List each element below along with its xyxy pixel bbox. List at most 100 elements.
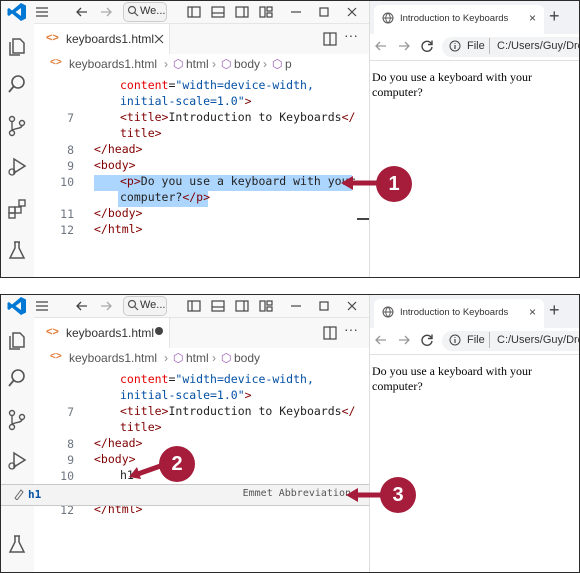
- info-icon[interactable]: [449, 40, 461, 52]
- divider: [489, 332, 490, 348]
- address-text: C:/Users/Guy/Dro...: [497, 40, 579, 52]
- back-arrow-icon[interactable]: [374, 333, 388, 347]
- code-editor[interactable]: content="width=device-width, initial-scal…: [34, 76, 369, 277]
- globe-icon: [382, 306, 394, 318]
- line-number: 12: [60, 223, 74, 237]
- chevron-right-icon: ›: [212, 351, 216, 365]
- testing-icon[interactable]: [6, 239, 28, 261]
- code-line: initial-scale=1.0">: [120, 93, 252, 109]
- tab-keyboards1[interactable]: <> keyboards1.html: [34, 24, 170, 54]
- menu-icon[interactable]: [34, 298, 50, 314]
- back-arrow-icon[interactable]: [74, 4, 90, 20]
- forward-arrow-icon[interactable]: [397, 39, 411, 53]
- toggle-sidebar-icon[interactable]: [186, 298, 202, 314]
- code-token: </: [341, 404, 356, 418]
- close-tab-icon[interactable]: ×: [529, 11, 536, 25]
- address-text: C:/Users/Guy/Dro...: [497, 334, 579, 346]
- line-number: 10: [60, 469, 74, 483]
- maximize-icon[interactable]: [316, 298, 332, 314]
- command-search-box[interactable]: We...: [123, 296, 167, 316]
- run-debug-icon[interactable]: [6, 450, 28, 472]
- code-line: title>: [120, 125, 162, 141]
- file-scheme-label: File: [467, 40, 485, 52]
- code-token: </head>: [94, 436, 143, 450]
- tab-keyboards1[interactable]: <> keyboards1.html: [34, 318, 170, 348]
- close-tab-icon[interactable]: [153, 31, 165, 45]
- new-tab-icon[interactable]: +: [549, 6, 560, 27]
- forward-arrow-icon[interactable]: [98, 298, 114, 314]
- callout-2: 2: [159, 446, 195, 482]
- breadcrumb-file[interactable]: keyboards1.html: [69, 57, 157, 71]
- browser-window: Introduction to Keyboards × + File C:/Us…: [369, 295, 579, 572]
- element-icon: ⬡: [173, 351, 184, 365]
- toggle-panel-icon[interactable]: [210, 4, 226, 20]
- breadcrumb-html[interactable]: html: [186, 57, 209, 71]
- breadcrumb-body[interactable]: body: [234, 57, 260, 71]
- toggle-secondary-sidebar-icon[interactable]: [234, 4, 250, 20]
- code-line: </html>: [94, 221, 142, 237]
- code-token: Introduction to Keyboards: [168, 404, 342, 418]
- minimize-icon[interactable]: [288, 4, 304, 20]
- back-arrow-icon[interactable]: [374, 39, 388, 53]
- suggestion-widget[interactable]: h1 Emmet Abbreviation: [1, 484, 369, 506]
- close-icon[interactable]: [344, 298, 360, 314]
- reload-icon[interactable]: [420, 333, 434, 347]
- menu-icon[interactable]: [34, 4, 50, 20]
- source-control-icon[interactable]: [6, 409, 28, 431]
- toggle-sidebar-icon[interactable]: [186, 4, 202, 20]
- element-icon: ⬡: [221, 57, 232, 71]
- line-number: 11: [60, 207, 74, 221]
- split-editor-icon[interactable]: [323, 326, 337, 340]
- split-editor-icon[interactable]: [323, 32, 337, 46]
- breadcrumb-body[interactable]: body: [234, 351, 260, 365]
- close-icon[interactable]: [344, 4, 360, 20]
- page-paragraph: Do you use a keyboard with your computer…: [372, 70, 532, 99]
- reload-icon[interactable]: [420, 39, 434, 53]
- new-tab-icon[interactable]: +: [549, 300, 560, 321]
- more-actions-icon[interactable]: ···: [344, 27, 358, 43]
- editor-tab-bar: <> keyboards1.html ···: [34, 24, 369, 55]
- line-number: 8: [67, 437, 74, 451]
- back-arrow-icon[interactable]: [74, 298, 90, 314]
- breadcrumb-html[interactable]: html: [186, 351, 209, 365]
- testing-icon[interactable]: [6, 533, 28, 555]
- command-search-box[interactable]: We...: [123, 2, 167, 22]
- forward-arrow-icon[interactable]: [397, 333, 411, 347]
- breadcrumb-file[interactable]: keyboards1.html: [69, 351, 157, 365]
- browser-tab[interactable]: Introduction to Keyboards ×: [374, 299, 544, 328]
- vscode-logo-icon: [6, 1, 28, 23]
- toggle-panel-icon[interactable]: [210, 298, 226, 314]
- breadcrumb-p[interactable]: p: [285, 57, 292, 71]
- title-bar: We...: [34, 1, 369, 24]
- maximize-icon[interactable]: [316, 4, 332, 20]
- info-icon[interactable]: [449, 334, 461, 346]
- browser-tab-title: Introduction to Keyboards: [400, 307, 509, 318]
- toggle-secondary-sidebar-icon[interactable]: [234, 298, 250, 314]
- address-bar[interactable]: File C:/Users/Guy/Dro...: [442, 331, 579, 351]
- callout-arrow: [341, 176, 379, 190]
- forward-arrow-icon[interactable]: [98, 4, 114, 20]
- more-actions-icon[interactable]: ···: [344, 321, 358, 337]
- browser-tab[interactable]: Introduction to Keyboards ×: [374, 5, 544, 34]
- close-tab-icon[interactable]: ×: [529, 305, 536, 319]
- code-token: initial-scale=1.0": [120, 94, 245, 108]
- code-editor[interactable]: content="width=device-width, initial-scal…: [34, 370, 369, 572]
- breadcrumb: <> keyboards1.html › ⬡ html › ⬡ body › ⬡…: [34, 54, 369, 76]
- minimize-icon[interactable]: [288, 298, 304, 314]
- explorer-icon[interactable]: [6, 329, 28, 351]
- layout-icon[interactable]: [258, 4, 274, 20]
- unsaved-dot-icon[interactable]: [155, 327, 163, 335]
- source-control-icon[interactable]: [6, 115, 28, 137]
- extensions-icon[interactable]: [6, 198, 28, 220]
- line-number: 9: [67, 453, 74, 467]
- code-token: <title>: [120, 404, 169, 418]
- layout-icon[interactable]: [258, 298, 274, 314]
- search-icon[interactable]: [6, 367, 28, 389]
- address-bar[interactable]: File C:/Users/Guy/Dro...: [442, 37, 579, 57]
- run-debug-icon[interactable]: [6, 156, 28, 178]
- search-icon[interactable]: [6, 73, 28, 95]
- page-paragraph: Do you use a keyboard with your computer…: [372, 364, 532, 393]
- chevron-right-icon: ›: [263, 57, 267, 71]
- breadcrumb: <> keyboards1.html › ⬡ html › ⬡ body: [34, 348, 369, 370]
- explorer-icon[interactable]: [6, 35, 28, 57]
